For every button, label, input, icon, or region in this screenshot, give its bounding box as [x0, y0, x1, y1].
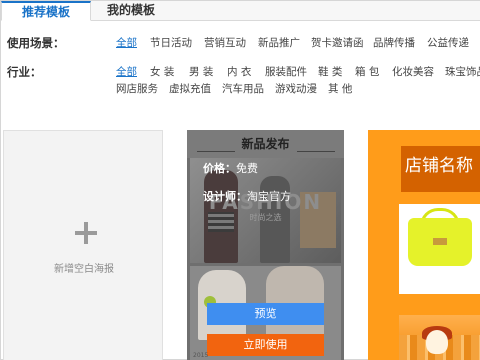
price-label: 价格： — [203, 162, 236, 175]
tab-recommended[interactable]: 推荐模板 — [1, 1, 91, 21]
scene-option-charity[interactable]: 公益传递 — [427, 35, 469, 50]
poster-watermark-sub: 时尚之选 — [249, 213, 282, 222]
plus-icon — [75, 222, 97, 244]
industry-option-underwear[interactable]: 内 衣 — [227, 64, 251, 79]
scene-option-festival[interactable]: 节日活动 — [150, 35, 192, 50]
template-designer: 设计师：淘宝官方 — [203, 188, 291, 204]
industry-option-accessories[interactable]: 服装配件 — [265, 64, 307, 79]
template-tabs: 推荐模板 我的模板 — [1, 1, 480, 21]
industry-option-shoes[interactable]: 鞋 类 — [318, 64, 342, 79]
scene-option-invitation[interactable]: 贺卡邀请函 — [311, 35, 364, 50]
scene-filter-label: 使用场景： — [7, 36, 65, 50]
poster-footer-text: 2015 — [193, 352, 209, 359]
mascot-illustration — [426, 330, 448, 354]
template-gallery-panel: 推荐模板 我的模板 使用场景： 全部 节日活动 营销互动 新品推广 贺卡邀请函 … — [0, 0, 480, 360]
use-now-button[interactable]: 立即使用 — [207, 334, 324, 356]
poster-title: 新品发布 — [241, 137, 290, 151]
industry-filter-label: 行业： — [7, 65, 42, 79]
template-card-new-release[interactable]: 新品发布 FASHION 时尚之选 价格：免费 设计师：淘宝官方 预览 立即使用… — [187, 130, 344, 360]
scene-option-new-product[interactable]: 新品推广 — [258, 35, 300, 50]
industry-option-women[interactable]: 女 装 — [150, 64, 174, 79]
industry-option-games[interactable]: 游戏动漫 — [275, 81, 317, 96]
new-blank-poster-label: 新增空白海报 — [54, 264, 114, 275]
industry-option-virtual-topup[interactable]: 虚拟充值 — [169, 81, 211, 96]
industry-option-auto[interactable]: 汽车用品 — [222, 81, 264, 96]
scene-option-branding[interactable]: 品牌传播 — [373, 35, 415, 50]
handbag-clasp — [433, 238, 447, 245]
tab-my-templates[interactable]: 我的模板 — [97, 1, 165, 21]
designer-label: 设计师： — [203, 190, 247, 203]
template-card-shop-name[interactable]: 店铺名称 — [368, 130, 480, 360]
industry-option-other[interactable]: 其 他 — [328, 81, 352, 96]
industry-option-jewelry[interactable]: 珠宝饰品 — [445, 64, 480, 79]
designer-value: 淘宝官方 — [247, 190, 291, 203]
industry-option-bags[interactable]: 箱 包 — [355, 64, 379, 79]
industry-option-beauty[interactable]: 化妆美容 — [392, 64, 434, 79]
price-value: 免费 — [236, 162, 258, 175]
shop-banner-text: 店铺名称 — [405, 156, 473, 176]
new-blank-poster-card[interactable]: 新增空白海报 — [3, 130, 163, 360]
preview-button[interactable]: 预览 — [207, 303, 324, 325]
industry-option-men[interactable]: 男 装 — [189, 64, 213, 79]
industry-option-store-services[interactable]: 网店服务 — [116, 81, 158, 96]
scene-option-marketing[interactable]: 营销互动 — [204, 35, 246, 50]
template-price: 价格：免费 — [203, 160, 258, 176]
industry-option-all[interactable]: 全部 — [116, 64, 137, 79]
scene-option-all[interactable]: 全部 — [116, 35, 137, 50]
